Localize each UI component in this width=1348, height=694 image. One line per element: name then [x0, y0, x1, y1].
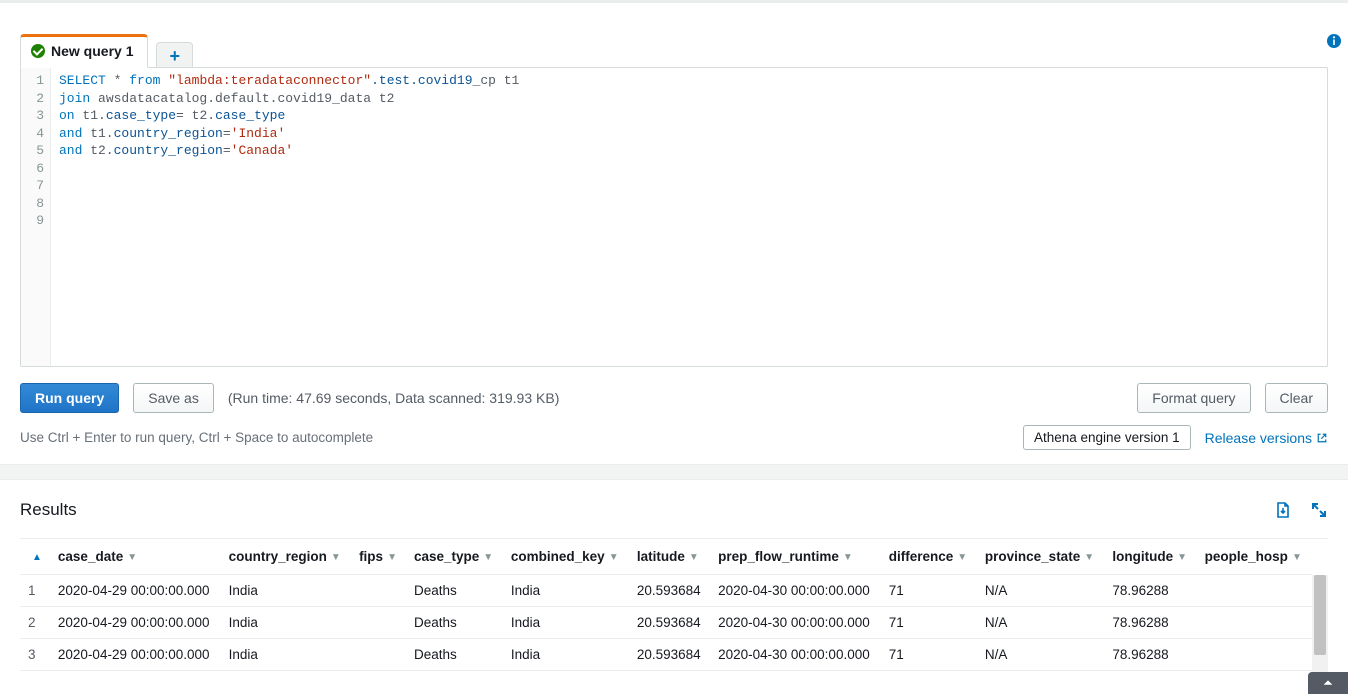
clear-button[interactable]: Clear [1265, 383, 1328, 413]
results-table-scroll[interactable]: ▲ case_date▼country_region▼fips▼case_type… [20, 539, 1312, 677]
format-query-button[interactable]: Format query [1137, 383, 1250, 413]
vertical-scrollbar[interactable] [1312, 575, 1328, 677]
results-table: ▲ case_date▼country_region▼fips▼case_type… [20, 539, 1312, 671]
info-icon[interactable] [1326, 33, 1342, 54]
sort-icon: ▲ [32, 552, 42, 563]
editor-code[interactable]: SELECT * from "lambda:teradataconnector"… [51, 68, 1327, 366]
results-heading: Results [20, 500, 77, 520]
sql-editor[interactable]: 123456789 SELECT * from "lambda:teradata… [20, 67, 1328, 367]
sort-icon: ▼ [957, 552, 967, 563]
column-province_state[interactable]: province_state▼ [977, 539, 1104, 575]
sort-icon: ▼ [1292, 552, 1302, 563]
column-people_hosp[interactable]: people_hosp▼ [1197, 539, 1312, 575]
download-csv-icon[interactable] [1274, 501, 1292, 519]
query-subbar: Use Ctrl + Enter to run query, Ctrl + Sp… [0, 425, 1348, 464]
expand-icon[interactable] [1310, 501, 1328, 519]
sort-icon: ▼ [843, 552, 853, 563]
run-query-button[interactable]: Run query [20, 383, 119, 413]
sort-icon: ▼ [387, 552, 397, 563]
sort-icon: ▼ [483, 552, 493, 563]
sort-icon: ▼ [1177, 552, 1187, 563]
results-panel: Results ▲case_date▼country_region▼fips▼c… [0, 480, 1348, 677]
column-case_type[interactable]: case_type▼ [406, 539, 503, 575]
results-table-wrap: ▲ case_date▼country_region▼fips▼case_type… [20, 538, 1328, 677]
table-row: 12020-04-29 00:00:00.000IndiaDeathsIndia… [20, 575, 1312, 607]
column-case_date[interactable]: case_date▼ [50, 539, 221, 575]
save-as-button[interactable]: Save as [133, 383, 214, 413]
engine-version-pill[interactable]: Athena engine version 1 [1023, 425, 1191, 450]
run-stats: (Run time: 47.69 seconds, Data scanned: … [228, 390, 560, 406]
external-link-icon [1316, 432, 1328, 444]
release-versions-link[interactable]: Release versions [1205, 430, 1328, 446]
release-versions-label: Release versions [1205, 430, 1312, 446]
sort-icon: ▼ [331, 552, 341, 563]
query-toolbar: Run query Save as (Run time: 47.69 secon… [0, 367, 1348, 425]
column-country_region[interactable]: country_region▼ [221, 539, 351, 575]
column-fips[interactable]: fips▼ [351, 539, 406, 575]
sort-icon: ▼ [127, 552, 137, 563]
tab-new-query-1[interactable]: New query 1 [20, 34, 148, 68]
editor-gutter: 123456789 [21, 68, 51, 366]
column-difference[interactable]: difference▼ [881, 539, 977, 575]
sort-icon: ▼ [689, 552, 699, 563]
column-latitude[interactable]: latitude▼ [629, 539, 710, 575]
sort-icon: ▼ [1084, 552, 1094, 563]
column-prep_flow_runtime[interactable]: prep_flow_runtime▼ [710, 539, 881, 575]
scroll-to-top-button[interactable] [1308, 672, 1348, 694]
table-row: 22020-04-29 00:00:00.000IndiaDeathsIndia… [20, 607, 1312, 639]
column-combined_key[interactable]: combined_key▼ [503, 539, 629, 575]
sort-icon: ▼ [609, 552, 619, 563]
query-tabs: New query 1 + [0, 3, 1348, 67]
section-divider [0, 464, 1348, 480]
tab-label: New query 1 [51, 43, 133, 59]
results-header-row: ▲ case_date▼country_region▼fips▼case_type… [20, 539, 1312, 575]
shortcut-hint: Use Ctrl + Enter to run query, Ctrl + Sp… [20, 430, 373, 445]
success-icon [31, 44, 45, 58]
column-idx[interactable]: ▲ [20, 539, 50, 575]
scrollbar-thumb[interactable] [1314, 575, 1326, 655]
table-row: 32020-04-29 00:00:00.000IndiaDeathsIndia… [20, 639, 1312, 671]
add-tab-button[interactable]: + [156, 42, 193, 68]
column-longitude[interactable]: longitude▼ [1104, 539, 1196, 575]
